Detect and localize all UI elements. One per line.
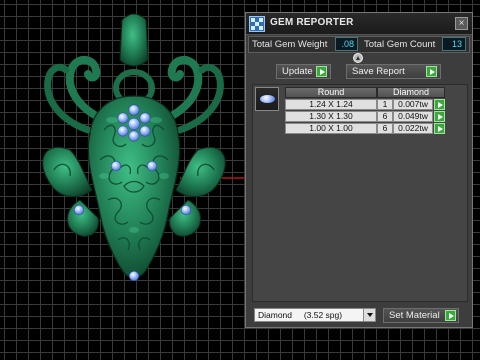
row-go-icon[interactable] [434,111,445,122]
total-gem-count-value: 13 [442,37,466,51]
chevron-down-icon[interactable] [363,309,375,321]
column-header-material: Diamond [377,87,445,98]
gem-reporter-panel: GEM REPORTER × Total Gem Weight .08 Tota… [245,12,473,328]
gem-weight: 0.049tw [393,111,433,122]
gem-count: 6 [377,111,393,122]
gem-size: 1.30 X 1.30 [285,111,377,122]
gem-count: 1 [377,99,393,110]
save-report-button-label: Save Report [352,66,405,77]
gem-count: 6 [377,123,393,134]
gem-weight: 0.022tw [393,123,433,134]
total-gem-weight-label: Total Gem Weight [252,39,328,50]
material-selected-value: Diamond (3.52 spg) [258,310,343,320]
row-go-icon[interactable] [434,123,445,134]
collapse-toggle-icon[interactable] [353,53,363,63]
update-go-icon[interactable] [316,66,327,77]
update-button-label: Update [282,66,313,77]
save-report-go-icon[interactable] [426,66,437,77]
gem-reporter-icon [249,16,265,32]
close-icon[interactable]: × [455,17,468,30]
set-material-go-icon[interactable] [445,310,456,321]
row-go-icon[interactable] [434,99,445,110]
panel-title: GEM REPORTER [270,17,354,28]
total-gem-weight-value: .08 [335,37,358,51]
column-header-cut: Round [285,87,377,98]
material-dropdown[interactable]: Diamond (3.52 spg) [254,308,376,322]
panel-titlebar[interactable]: GEM REPORTER × [246,13,472,35]
gem-size: 1.00 X 1.00 [285,123,377,134]
set-material-button-label: Set Material [389,310,440,321]
total-gem-count-label: Total Gem Count [364,39,436,50]
gem-table: Round Diamond 1.24 X 1.24 1 0.007tw 1.30… [252,84,468,302]
gem-weight: 0.007tw [393,99,433,110]
round-gem-icon[interactable] [255,87,279,111]
gem-size: 1.24 X 1.24 [285,99,377,110]
